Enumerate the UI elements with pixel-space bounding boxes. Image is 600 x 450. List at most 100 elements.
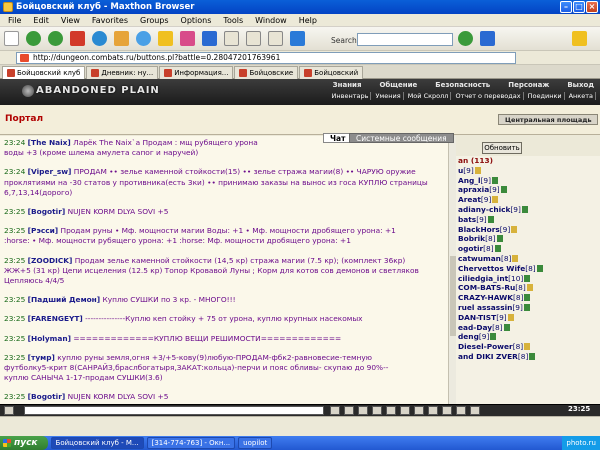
close-button[interactable]: × — [586, 1, 598, 13]
address-input[interactable]: http://dungeon.combats.ru/buttons.pl?bat… — [16, 52, 516, 64]
stop-icon[interactable] — [70, 31, 85, 46]
clan-badge-icon[interactable] — [526, 284, 533, 292]
menu-edit[interactable]: Edit — [33, 16, 49, 25]
filter-icon[interactable] — [372, 406, 382, 415]
chat-nick[interactable]: [Viper_sw] — [28, 167, 72, 176]
clan-badge-icon[interactable] — [503, 323, 510, 331]
user-list-item[interactable]: ciliedgia_int[10] — [458, 274, 600, 284]
forward-icon[interactable] — [48, 31, 63, 46]
chat-scrollbar[interactable] — [448, 136, 456, 404]
nav-knowledge[interactable]: Знания — [333, 81, 362, 89]
chat-nick[interactable]: [Holyman] — [28, 334, 71, 343]
chat-nick[interactable]: [Рэсси] — [28, 226, 59, 235]
tab-system-messages[interactable]: Системные сообщения — [349, 133, 454, 143]
back-icon[interactable] — [26, 31, 41, 46]
clan-badge-icon[interactable] — [492, 176, 498, 184]
users-icon[interactable] — [428, 406, 438, 415]
tab-combats-club[interactable]: Бойцовский клуб — [2, 66, 86, 79]
history-icon[interactable] — [180, 31, 195, 46]
clan-badge-icon[interactable] — [494, 245, 501, 253]
clan-badge-icon[interactable] — [512, 254, 519, 262]
nav-transfer-report[interactable]: Отчет о переводах — [453, 92, 524, 100]
clan-badge-icon[interactable] — [524, 343, 531, 351]
user-list-item[interactable]: deng[9] — [458, 332, 600, 342]
chat-mode-icon[interactable] — [4, 406, 14, 415]
user-list-item[interactable]: Ang_l[9] — [458, 176, 600, 186]
favorites-star-icon[interactable] — [158, 31, 173, 46]
menu-groups[interactable]: Groups — [140, 16, 169, 25]
chat-input[interactable] — [24, 406, 324, 415]
info-icon[interactable] — [456, 406, 466, 415]
user-list-item[interactable]: Diesel-Power[8] — [458, 342, 600, 352]
translit-icon[interactable] — [386, 406, 396, 415]
refresh-icon[interactable] — [92, 31, 107, 46]
menu-window[interactable]: Window — [255, 16, 287, 25]
start-button[interactable]: пуск — [0, 436, 48, 450]
user-list-item[interactable]: and DIKI ZVER[8] — [458, 352, 600, 362]
nav-communication[interactable]: Общение — [379, 81, 417, 89]
clan-badge-icon[interactable] — [496, 235, 503, 243]
user-list-item[interactable]: u[9] — [458, 166, 600, 176]
clan-badge-icon[interactable] — [490, 333, 497, 341]
window-icon[interactable] — [202, 31, 217, 46]
clan-badge-icon[interactable] — [474, 166, 481, 174]
clan-badge-icon[interactable] — [524, 294, 531, 302]
clan-badge-icon[interactable] — [492, 196, 499, 204]
chat-nick[interactable]: [Bogotir] — [28, 207, 66, 216]
save-icon[interactable] — [246, 31, 261, 46]
clan-badge-icon[interactable] — [507, 313, 514, 321]
search-input[interactable] — [357, 33, 453, 46]
tab-fighters[interactable]: Бойцовские — [234, 66, 299, 79]
task-uopilot[interactable]: uopilot — [238, 437, 273, 449]
nav-security[interactable]: Безопасность — [435, 81, 490, 89]
user-list-item[interactable]: bats[9] — [458, 215, 600, 225]
clear-icon[interactable] — [344, 406, 354, 415]
clan-badge-icon[interactable] — [536, 264, 543, 272]
clan-badge-icon[interactable] — [524, 274, 531, 282]
smiles-icon[interactable] — [358, 406, 368, 415]
new-page-icon[interactable] — [4, 31, 19, 46]
user-list-item[interactable]: apraxia[9] — [458, 185, 600, 195]
speed-icon[interactable] — [400, 406, 410, 415]
user-list-item[interactable]: Chervettos Wife[8] — [458, 264, 600, 274]
user-list-item[interactable]: ogotir[8] — [458, 244, 600, 254]
home-icon[interactable] — [114, 31, 129, 46]
nav-skills[interactable]: Умения — [373, 92, 404, 100]
menu-help[interactable]: Help — [299, 16, 317, 25]
nav-character[interactable]: Персонаж — [508, 81, 549, 89]
user-list-item[interactable]: ead-Day[8] — [458, 323, 600, 333]
clan-badge-icon[interactable] — [511, 225, 518, 233]
chat-nick[interactable]: [Bogotir] — [28, 392, 66, 401]
clan-badge-icon[interactable] — [487, 215, 494, 223]
refresh-button[interactable]: Обновить — [482, 142, 522, 154]
settings-icon[interactable] — [414, 406, 424, 415]
tools-icon[interactable] — [268, 31, 283, 46]
user-list-item[interactable]: adiany-chick[9] — [458, 205, 600, 215]
task-window[interactable]: [314-774-763] - Окн... — [146, 437, 236, 449]
user-list-item[interactable]: DAN-TIST[9] — [458, 313, 600, 323]
minimize-button[interactable]: – — [560, 1, 572, 13]
user-list-item[interactable]: Bobrik[8] — [458, 234, 600, 244]
nav-my-scroll[interactable]: Мой Скролл — [406, 92, 452, 100]
download-icon[interactable] — [290, 31, 305, 46]
clan-badge-icon[interactable] — [500, 186, 507, 194]
menu-favorites[interactable]: Favorites — [92, 16, 128, 25]
chat-nick[interactable]: [Падший Демон] — [28, 295, 101, 304]
chat-nick[interactable]: [The Naix] — [28, 138, 71, 147]
search-options-icon[interactable] — [480, 31, 495, 46]
nav-profile[interactable]: Анкета — [567, 92, 596, 100]
user-list-item[interactable]: BlackHors[9] — [458, 225, 600, 235]
user-list-item[interactable]: CRAZY-HAWK[8] — [458, 293, 600, 303]
user-list-item[interactable]: catwuman[8] — [458, 254, 600, 264]
tab-fighter[interactable]: Бойцовский — [299, 66, 364, 79]
menu-tools[interactable]: Tools — [223, 16, 243, 25]
nav-exit[interactable]: Выход — [567, 81, 594, 89]
nav-inventory[interactable]: Инвентарь — [330, 92, 372, 100]
friends-icon[interactable] — [442, 406, 452, 415]
clan-badge-icon[interactable] — [523, 303, 530, 311]
menu-view[interactable]: View — [61, 16, 80, 25]
maximize-button[interactable]: □ — [573, 1, 585, 13]
tab-information[interactable]: Информация... — [159, 66, 234, 79]
search-go-icon[interactable] — [458, 31, 473, 46]
clan-badge-icon[interactable] — [529, 352, 536, 360]
